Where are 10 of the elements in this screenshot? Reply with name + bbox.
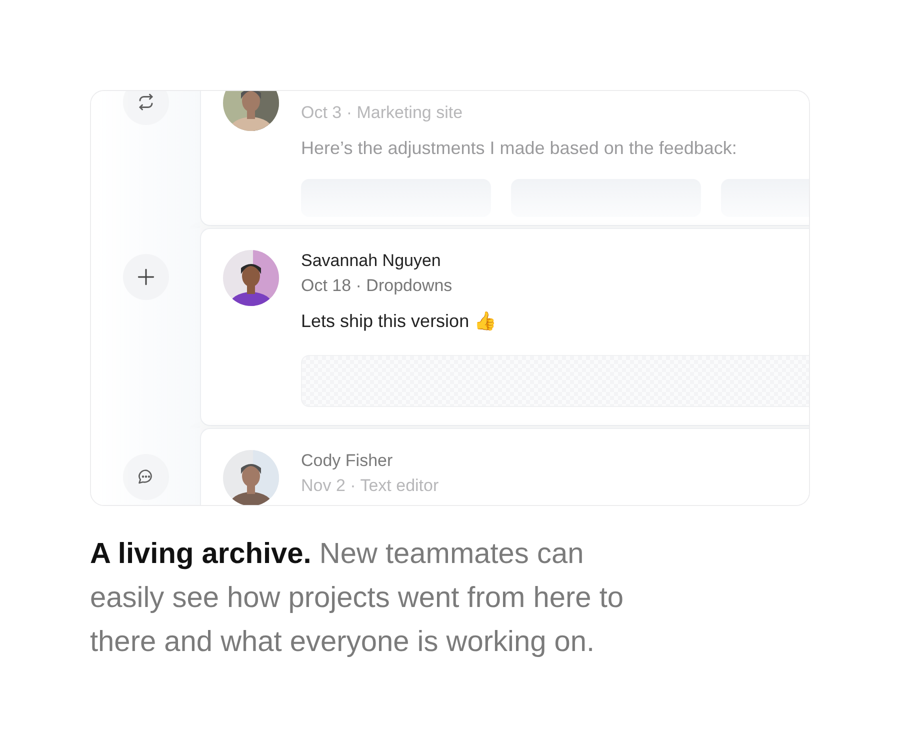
caption: A living archive. New teammates can easily see how projects went from here to there and what everyone is working on. <box>90 537 625 660</box>
sync-icon <box>136 93 154 111</box>
comment-text: Here’s the adjustments I made based on the feedback: <box>301 137 738 160</box>
author-name: Savannah Nguyen <box>301 250 442 272</box>
activity-meta: Oct 18 · Dropdowns <box>301 275 454 297</box>
activity-meta: Nov 2 · Text editor <box>301 475 440 497</box>
author-name: Cody Fisher <box>301 450 394 472</box>
comment-text: Lets ship this version 👍 <box>301 310 498 333</box>
chat-bubble-icon <box>136 468 154 486</box>
activity-meta: Oct 3 · Marketing site <box>301 102 464 124</box>
